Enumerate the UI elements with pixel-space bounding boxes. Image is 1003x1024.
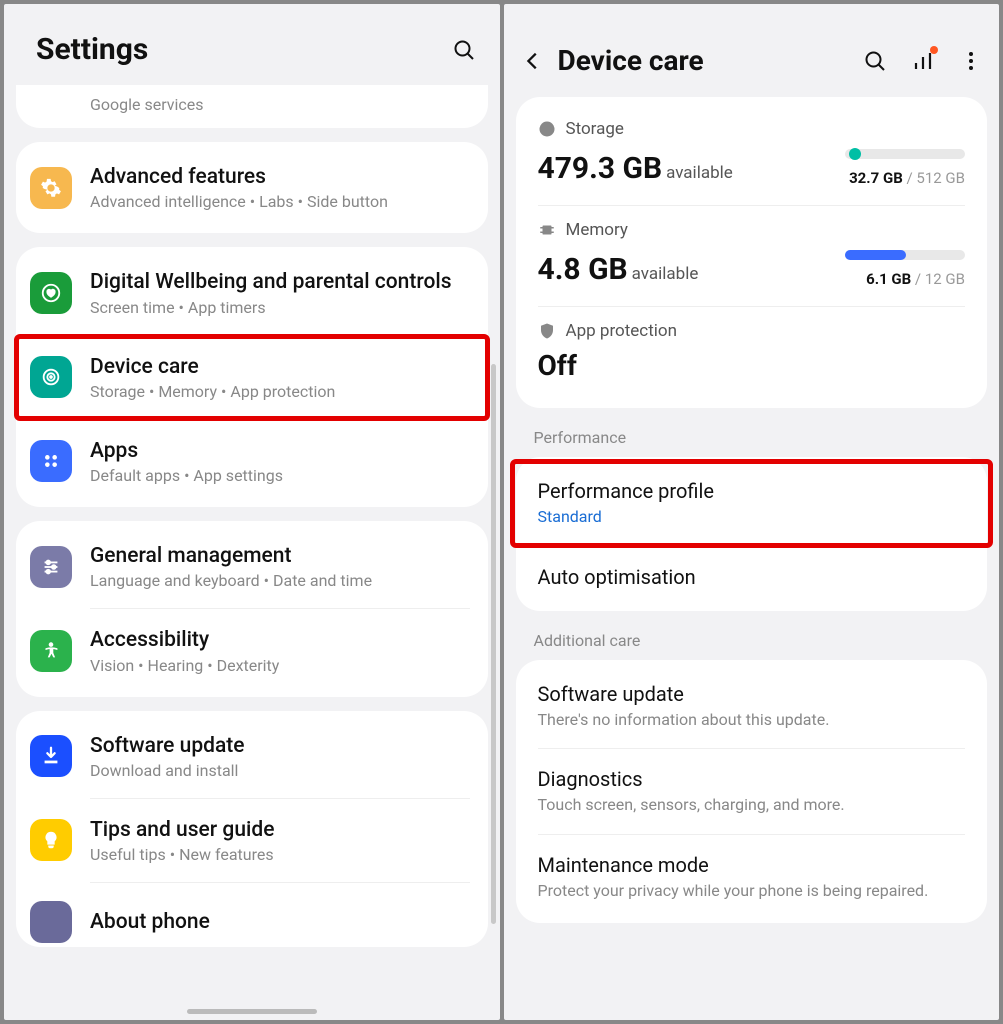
back-icon[interactable] xyxy=(522,50,544,72)
settings-header: Settings xyxy=(4,4,500,85)
list-item-wellbeing[interactable]: Digital Wellbeing and parental controls … xyxy=(16,251,488,334)
page-title: Settings xyxy=(36,32,148,67)
list-item-accessibility[interactable]: Accessibility Vision • Hearing • Dexteri… xyxy=(16,609,488,692)
item-title: Performance profile xyxy=(538,479,966,503)
item-title: Software update xyxy=(538,682,966,706)
software-update-row[interactable]: Software update There's no information a… xyxy=(516,664,988,749)
chart-icon[interactable] xyxy=(911,49,935,73)
more-icon[interactable] xyxy=(959,49,983,73)
card-advanced: Advanced features Advanced intelligence … xyxy=(16,142,488,233)
search-icon[interactable] xyxy=(452,38,476,62)
item-sub: Language and keyboard • Date and time xyxy=(90,571,470,590)
memory-used: 6.1 GB / 12 GB xyxy=(845,270,965,288)
item-title: Diagnostics xyxy=(538,767,966,791)
card-general: General management Language and keyboard… xyxy=(16,521,488,697)
memory-row[interactable]: Memory 4.8 GB available 6.1 GB / 12 GB xyxy=(538,206,966,307)
item-sub: Storage • Memory • App protection xyxy=(90,382,470,401)
card-partial: Google services xyxy=(16,85,488,128)
item-sub: Google services xyxy=(90,95,470,114)
home-indicator[interactable] xyxy=(187,1009,317,1014)
apps-icon xyxy=(30,440,72,482)
item-sub: Download and install xyxy=(90,761,470,780)
item-title: Apps xyxy=(90,438,470,464)
item-value: Standard xyxy=(538,506,966,528)
page-title: Device care xyxy=(558,44,840,77)
storage-used: 32.7 GB / 512 GB xyxy=(845,169,965,187)
list-item-tips[interactable]: Tips and user guide Useful tips • New fe… xyxy=(16,799,488,882)
performance-profile-row[interactable]: Performance profile Standard xyxy=(512,461,992,546)
shield-icon xyxy=(538,322,556,340)
item-sub: Touch screen, sensors, charging, and mor… xyxy=(538,794,966,816)
item-sub: Advanced intelligence • Labs • Side butt… xyxy=(90,192,470,211)
item-title: About phone xyxy=(90,909,470,935)
settings-panel: Settings Google services Advanced featur… xyxy=(4,4,500,1020)
memory-value: 4.8 GB xyxy=(538,252,628,287)
item-title: Maintenance mode xyxy=(538,853,966,877)
pie-icon xyxy=(538,120,556,138)
download-icon xyxy=(30,735,72,777)
list-item-general[interactable]: General management Language and keyboard… xyxy=(16,525,488,608)
lightbulb-icon xyxy=(30,819,72,861)
additional-section-label: Additional care xyxy=(504,625,1000,660)
list-item[interactable]: Google services xyxy=(16,89,488,124)
notification-dot xyxy=(930,46,938,54)
device-care-icon xyxy=(30,356,72,398)
list-item-advanced[interactable]: Advanced features Advanced intelligence … xyxy=(16,146,488,229)
item-title: Software update xyxy=(90,733,470,759)
performance-section-label: Performance xyxy=(504,422,1000,457)
chip-icon xyxy=(538,221,556,239)
list-item-about[interactable]: About phone xyxy=(16,883,488,943)
auto-optimisation-row[interactable]: Auto optimisation xyxy=(516,547,988,607)
item-title: General management xyxy=(90,543,470,569)
gear-icon xyxy=(30,167,72,209)
stats-card: Storage 479.3 GB available 32.7 GB / 512… xyxy=(516,97,988,408)
list-item-software-update[interactable]: Software update Download and install xyxy=(16,715,488,798)
list-item-apps[interactable]: Apps Default apps • App settings xyxy=(16,420,488,503)
item-title: Tips and user guide xyxy=(90,817,470,843)
additional-card: Software update There's no information a… xyxy=(516,660,988,924)
storage-row[interactable]: Storage 479.3 GB available 32.7 GB / 512… xyxy=(538,105,966,206)
card-wellbeing: Digital Wellbeing and parental controls … xyxy=(16,247,488,507)
list-item-device-care[interactable]: Device care Storage • Memory • App prote… xyxy=(16,336,488,419)
item-sub: Default apps • App settings xyxy=(90,466,470,485)
device-care-header: Device care xyxy=(504,4,1000,97)
search-icon[interactable] xyxy=(863,49,887,73)
maintenance-mode-row[interactable]: Maintenance mode Protect your privacy wh… xyxy=(516,835,988,920)
storage-label: Storage xyxy=(538,119,966,139)
item-sub: Protect your privacy while your phone is… xyxy=(538,880,966,902)
scrollbar[interactable] xyxy=(491,364,496,924)
item-sub: Vision • Hearing • Dexterity xyxy=(90,656,470,675)
app-protection-row[interactable]: App protection Off xyxy=(538,307,966,400)
storage-value: 479.3 GB xyxy=(538,151,663,186)
item-sub: Useful tips • New features xyxy=(90,845,470,864)
item-title: Auto optimisation xyxy=(538,565,966,589)
info-icon xyxy=(30,901,72,943)
memory-label: Memory xyxy=(538,220,966,240)
diagnostics-row[interactable]: Diagnostics Touch screen, sensors, charg… xyxy=(516,749,988,834)
accessibility-icon xyxy=(30,630,72,672)
item-title: Device care xyxy=(90,354,470,380)
item-title: Digital Wellbeing and parental controls xyxy=(90,269,470,295)
performance-card: Performance profile Standard Auto optimi… xyxy=(516,457,988,611)
storage-bar xyxy=(845,149,965,159)
item-sub: There's no information about this update… xyxy=(538,709,966,731)
device-care-panel: Device care Storage 479.3 GB available 3… xyxy=(504,4,1000,1020)
item-title: Advanced features xyxy=(90,164,470,190)
memory-bar xyxy=(845,250,965,260)
device-care-content[interactable]: Storage 479.3 GB available 32.7 GB / 512… xyxy=(504,97,1000,1020)
item-sub: Screen time • App timers xyxy=(90,298,470,317)
heart-icon xyxy=(30,272,72,314)
item-title: Accessibility xyxy=(90,627,470,653)
app-protection-state: Off xyxy=(538,349,966,382)
settings-list[interactable]: Google services Advanced features Advanc… xyxy=(4,85,500,1020)
card-software: Software update Download and install Tip… xyxy=(16,711,488,948)
sliders-icon xyxy=(30,546,72,588)
app-protection-label: App protection xyxy=(538,321,966,341)
